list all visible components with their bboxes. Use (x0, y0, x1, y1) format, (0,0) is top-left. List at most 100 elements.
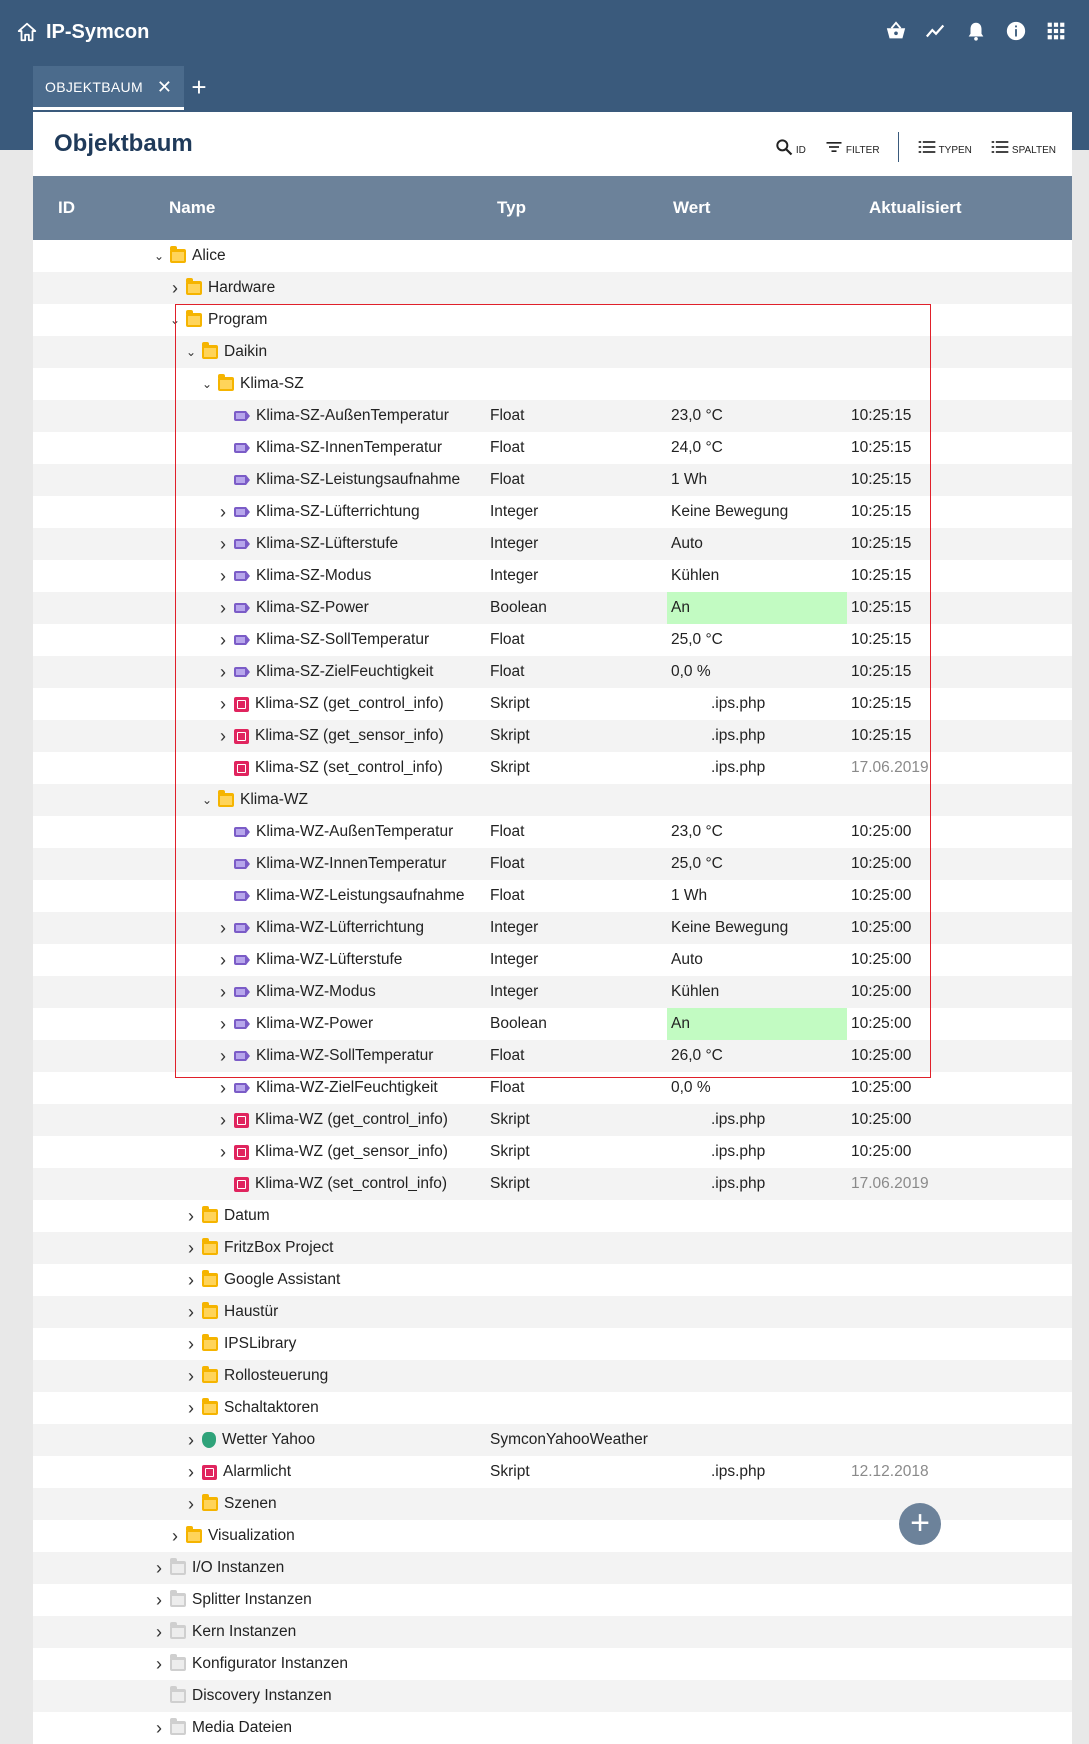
table-row[interactable]: Klima-WZ (set_control_info) Skript .ips.ph… (33, 1168, 1072, 1200)
table-row[interactable]: › FritzBox Project (33, 1232, 1072, 1264)
chevron-right-icon[interactable]: › (184, 1488, 198, 1520)
chevron-right-icon[interactable]: › (216, 1136, 230, 1168)
app-brand[interactable]: IP-Symcon (16, 18, 149, 46)
table-row[interactable]: › Konfigurator Instanzen (33, 1648, 1072, 1680)
table-row[interactable]: › Klima-WZ-Power Boolean An 10:25:00 (33, 1008, 1072, 1040)
table-row[interactable]: ⌄ Alice (33, 240, 1072, 272)
chevron-right-icon[interactable]: › (184, 1296, 198, 1328)
table-row[interactable]: › Klima-SZ-Power Boolean An 10:25:15 (33, 592, 1072, 624)
table-row[interactable]: Discovery Instanzen (33, 1680, 1072, 1712)
table-row[interactable]: › Klima-WZ-Modus Integer Kühlen 10:25:00 (33, 976, 1072, 1008)
chevron-right-icon[interactable]: › (216, 1104, 230, 1136)
column-header-name[interactable]: Name (169, 198, 215, 218)
table-row[interactable]: Klima-WZ-AußenTemperatur Float 23,0 °C 10:2… (33, 816, 1072, 848)
table-row[interactable]: Klima-SZ-InnenTemperatur Float 24,0 °C 10:2… (33, 432, 1072, 464)
bell-icon[interactable] (965, 20, 987, 42)
table-row[interactable]: ⌄ Program (33, 304, 1072, 336)
chevron-right-icon[interactable]: › (216, 688, 230, 720)
chevron-down-icon[interactable]: ⌄ (152, 240, 166, 272)
chevron-right-icon[interactable]: › (184, 1200, 198, 1232)
id-search-button[interactable]: ID (774, 137, 806, 157)
chevron-right-icon[interactable]: › (152, 1616, 166, 1648)
table-row[interactable]: › Klima-SZ-Modus Integer Kühlen 10:25:15 (33, 560, 1072, 592)
table-row[interactable]: › Klima-WZ-Lüfterstufe Integer Auto 10:25:00 (33, 944, 1072, 976)
chevron-right-icon[interactable]: › (216, 1040, 230, 1072)
chevron-right-icon[interactable]: › (216, 1072, 230, 1104)
table-row[interactable]: ⌄ Klima-SZ (33, 368, 1072, 400)
table-row[interactable]: › Schaltaktoren (33, 1392, 1072, 1424)
chevron-right-icon[interactable]: › (184, 1264, 198, 1296)
chevron-right-icon[interactable]: › (168, 1520, 182, 1552)
chevron-down-icon[interactable]: ⌄ (168, 304, 182, 336)
chevron-right-icon[interactable]: › (184, 1328, 198, 1360)
table-row[interactable]: › Hardware (33, 272, 1072, 304)
table-row[interactable]: › Klima-WZ (get_sensor_info) Skript .ips.ph… (33, 1136, 1072, 1168)
chevron-right-icon[interactable]: › (152, 1648, 166, 1680)
types-button[interactable]: TYPEN (917, 137, 972, 157)
table-row[interactable]: › Klima-SZ-ZielFeuchtigkeit Float 0,0 % 10:2… (33, 656, 1072, 688)
chevron-right-icon[interactable]: › (152, 1552, 166, 1584)
chevron-right-icon[interactable]: › (152, 1584, 166, 1616)
table-row[interactable]: Klima-SZ-Leistungsaufnahme Float 1 Wh 10:25… (33, 464, 1072, 496)
chevron-right-icon[interactable]: › (216, 496, 230, 528)
column-header-id[interactable]: ID (58, 198, 75, 218)
columns-button[interactable]: SPALTEN (990, 137, 1056, 157)
chevron-right-icon[interactable]: › (216, 976, 230, 1008)
chevron-right-icon[interactable]: › (216, 560, 230, 592)
chevron-right-icon[interactable]: › (216, 912, 230, 944)
table-row[interactable]: › Kern Instanzen (33, 1616, 1072, 1648)
chevron-down-icon[interactable]: ⌄ (200, 368, 214, 400)
chevron-right-icon[interactable]: › (216, 592, 230, 624)
table-row[interactable]: › I/O Instanzen (33, 1552, 1072, 1584)
table-row[interactable]: › IPSLibrary (33, 1328, 1072, 1360)
table-row[interactable]: › Media Dateien (33, 1712, 1072, 1744)
table-row[interactable]: › Splitter Instanzen (33, 1584, 1072, 1616)
column-header-updated[interactable]: Aktualisiert (869, 198, 962, 218)
table-row[interactable]: Klima-WZ-Leistungsaufnahme Float 1 Wh 10:25… (33, 880, 1072, 912)
table-row[interactable]: › Klima-SZ-Lüfterrichtung Integer Keine Bew… (33, 496, 1072, 528)
table-row[interactable]: › Klima-WZ-SollTemperatur Float 26,0 °C 10:2… (33, 1040, 1072, 1072)
column-header-value[interactable]: Wert (673, 198, 710, 218)
table-row[interactable]: › Klima-SZ (get_sensor_info) Skript .ips.ph… (33, 720, 1072, 752)
filter-button[interactable]: FILTER (824, 137, 880, 157)
close-icon[interactable]: ✕ (157, 78, 172, 96)
chevron-right-icon[interactable]: › (216, 720, 230, 752)
add-object-button[interactable]: + (899, 1503, 941, 1545)
basket-icon[interactable] (885, 20, 907, 42)
table-row[interactable]: › Alarmlicht Skript .ips.php 12.12.2018 (33, 1456, 1072, 1488)
table-row[interactable]: › Klima-WZ-Lüfterrichtung Integer Keine Bew… (33, 912, 1072, 944)
table-row[interactable]: › Klima-SZ-SollTemperatur Float 25,0 °C 10:2… (33, 624, 1072, 656)
table-row[interactable]: › Wetter Yahoo SymconYahooWeather (33, 1424, 1072, 1456)
chart-icon[interactable] (925, 20, 947, 42)
chevron-right-icon[interactable]: › (152, 1712, 166, 1744)
chevron-right-icon[interactable]: › (168, 272, 182, 304)
table-row[interactable]: ⌄ Klima-WZ (33, 784, 1072, 816)
table-row[interactable]: › Datum (33, 1200, 1072, 1232)
table-row[interactable]: › Rollosteuerung (33, 1360, 1072, 1392)
table-row[interactable]: Klima-SZ (set_control_info) Skript .ips.ph… (33, 752, 1072, 784)
table-row[interactable]: ⌄ Daikin (33, 336, 1072, 368)
chevron-right-icon[interactable]: › (216, 1008, 230, 1040)
chevron-right-icon[interactable]: › (184, 1424, 198, 1456)
chevron-right-icon[interactable]: › (184, 1456, 198, 1488)
chevron-down-icon[interactable]: ⌄ (200, 784, 214, 816)
apps-grid-icon[interactable] (1045, 20, 1067, 42)
column-header-type[interactable]: Typ (497, 198, 526, 218)
chevron-right-icon[interactable]: › (184, 1392, 198, 1424)
chevron-right-icon[interactable]: › (216, 944, 230, 976)
chevron-right-icon[interactable]: › (216, 528, 230, 560)
chevron-right-icon[interactable]: › (216, 624, 230, 656)
info-icon[interactable] (1005, 20, 1027, 42)
chevron-right-icon[interactable]: › (184, 1360, 198, 1392)
table-row[interactable]: Klima-SZ-AußenTemperatur Float 23,0 °C 10:2… (33, 400, 1072, 432)
table-row[interactable]: › Klima-WZ (get_control_info) Skript .ips.p… (33, 1104, 1072, 1136)
chevron-right-icon[interactable]: › (184, 1232, 198, 1264)
table-row[interactable]: › Klima-SZ (get_control_info) Skript .ips.p… (33, 688, 1072, 720)
table-row[interactable]: › Haustür (33, 1296, 1072, 1328)
table-row[interactable]: › Google Assistant (33, 1264, 1072, 1296)
table-row[interactable]: › Klima-WZ-ZielFeuchtigkeit Float 0,0 % 10:2… (33, 1072, 1072, 1104)
table-row[interactable]: Klima-WZ-InnenTemperatur Float 25,0 °C 10:2… (33, 848, 1072, 880)
table-row[interactable]: › Klima-SZ-Lüfterstufe Integer Auto 10:25:15 (33, 528, 1072, 560)
chevron-down-icon[interactable]: ⌄ (184, 336, 198, 368)
chevron-right-icon[interactable]: › (216, 656, 230, 688)
